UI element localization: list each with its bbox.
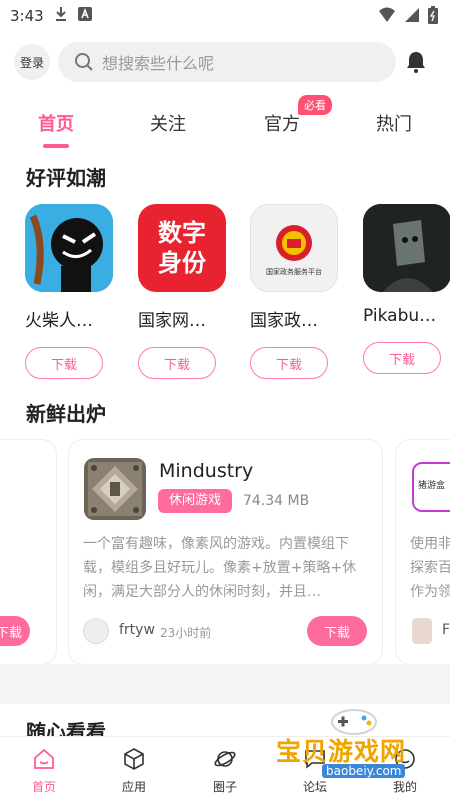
app-card-partial-right[interactable]: 猪游盒 使用非 探索百 作为领 F (396, 440, 450, 664)
section-divider (0, 664, 450, 704)
wifi-icon (378, 7, 396, 27)
avatar (412, 618, 432, 644)
download-button[interactable]: 下载 (363, 342, 441, 374)
tab-official[interactable]: 官方 (264, 110, 300, 136)
download-button[interactable]: 下载 (250, 347, 328, 379)
top-header: 登录 想搜索些什么呢 首页 关注 官方 必看 热门 (0, 32, 450, 152)
nav-label: 论坛 (302, 780, 327, 794)
tab-hot[interactable]: 热门 (376, 110, 412, 136)
app-name: Mindustry (159, 460, 254, 482)
nav-circle[interactable]: 圈子 (195, 747, 255, 795)
game-box-icon: 猪游盒 (412, 462, 450, 512)
tab-bar: 首页 关注 官方 必看 热门 (0, 95, 450, 152)
section-title-fresh: 新鲜出炉 (26, 402, 106, 426)
cube-icon (122, 748, 146, 774)
download-button[interactable]: 下载 (138, 347, 216, 379)
app-card-partial-left[interactable]: 下载 (0, 440, 56, 664)
file-size: 74.34 MB (243, 493, 310, 509)
digital-id-icon: 数字身份 (138, 204, 226, 292)
app-item[interactable]: 国家政务服务平台 国家政… 下载 (250, 204, 338, 379)
search-placeholder: 想搜索些什么呢 (102, 54, 215, 73)
app-card-mindustry[interactable]: Mindustry 休闲游戏 74.34 MB 一个富有趣味，像素风的游戏。内置… (69, 440, 382, 664)
font-app-icon (77, 7, 92, 25)
status-time: 3:43 (10, 7, 44, 25)
download-button[interactable]: 下载 (25, 347, 103, 379)
pikabu-icon (363, 204, 450, 292)
card-description: 使用非 探索百 作为领 (410, 536, 450, 600)
nav-label: 首页 (31, 780, 56, 794)
section-title-random: 随心看看 (26, 720, 106, 736)
tab-underline (43, 144, 69, 148)
app-item[interactable]: 数字身份 国家网… 下载 (138, 204, 226, 379)
author-name[interactable]: frtyw (119, 622, 155, 638)
app-name: 国家网… (138, 311, 206, 331)
app-name: 国家政… (250, 311, 318, 331)
mindustry-icon (84, 458, 146, 520)
nav-label: 圈子 (212, 780, 237, 794)
nav-apps[interactable]: 应用 (104, 747, 164, 795)
nav-home[interactable]: 首页 (14, 747, 74, 795)
post-time: 23小时前 (160, 626, 212, 640)
stickman-icon (25, 204, 113, 292)
download-button[interactable]: 下载 (0, 616, 30, 646)
signal-icon (404, 7, 420, 27)
bell-icon[interactable] (404, 50, 428, 78)
nav-label: 应用 (121, 780, 146, 794)
login-button[interactable]: 登录 (14, 44, 50, 80)
must-see-badge: 必看 (298, 95, 332, 115)
search-icon (74, 52, 94, 72)
download-button[interactable]: 下载 (307, 616, 367, 646)
app-name: Pikabu… (363, 306, 437, 326)
main-content: 好评如潮 火柴人… 下载 数字身份 国家网… 下载 国家政务服务平台 国家政… … (0, 152, 450, 736)
avatar (83, 618, 109, 644)
section-title-top-rated: 好评如潮 (26, 166, 106, 190)
app-item[interactable]: Pikabu… 下载 (363, 204, 450, 374)
watermark-url: baobeiy.com (322, 764, 406, 778)
watermark-title: 宝贝游戏网 (276, 737, 407, 766)
gov-emblem-icon: 国家政务服务平台 (250, 204, 338, 292)
status-bar: 3:43 (0, 0, 450, 32)
home-icon (32, 748, 56, 774)
app-name: 火柴人… (25, 311, 93, 331)
tab-home[interactable]: 首页 (38, 110, 74, 136)
tab-follow[interactable]: 关注 (150, 110, 186, 136)
planet-icon (213, 751, 237, 774)
app-description: 一个富有趣味，像素风的游戏。内置模组下载，模组多且好玩儿。像素+放置+策略+休闲… (83, 536, 357, 600)
download-icon (54, 6, 68, 26)
author-name: F (442, 622, 450, 638)
watermark-logo: 宝贝游戏网 baobeiy.com (272, 706, 432, 778)
app-item[interactable]: 火柴人… 下载 (25, 204, 113, 379)
nav-label: 我的 (392, 780, 417, 794)
search-bar[interactable]: 想搜索些什么呢 (58, 42, 396, 82)
category-tag[interactable]: 休闲游戏 (158, 489, 233, 513)
battery-icon (428, 6, 438, 28)
